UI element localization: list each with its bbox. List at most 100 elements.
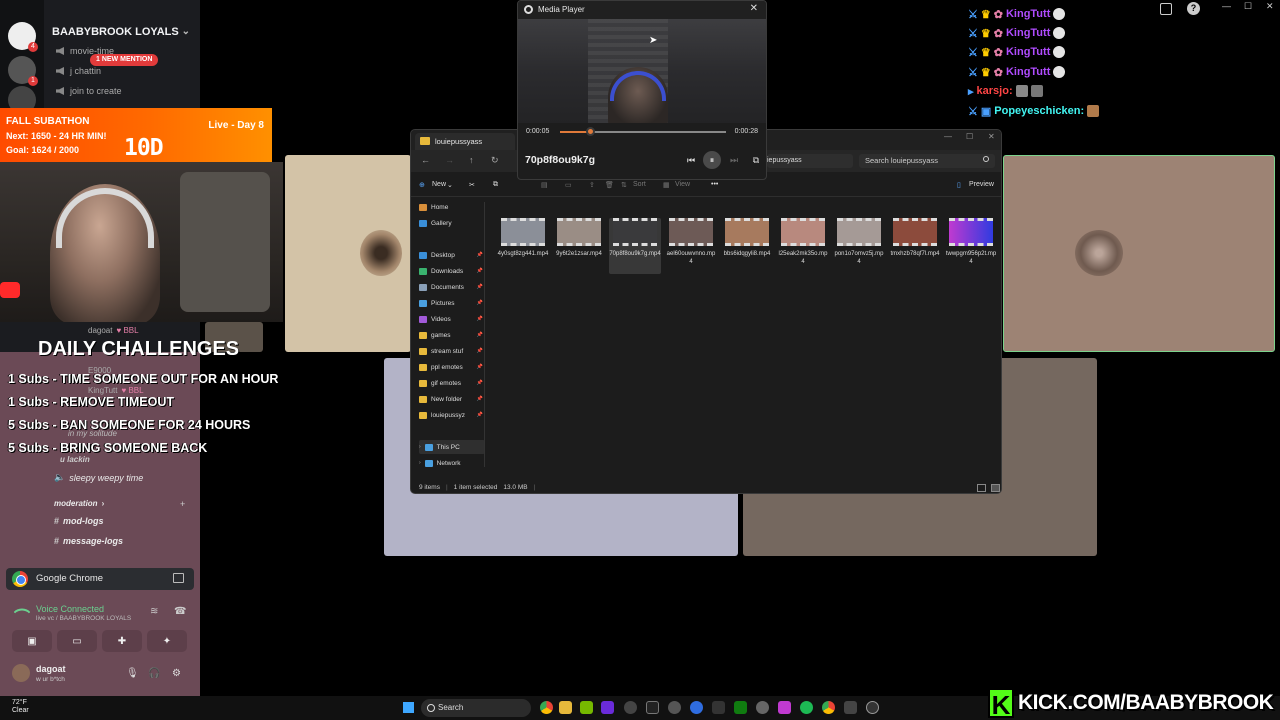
headphones-icon[interactable]: 🎧 [148, 668, 160, 679]
server-icon[interactable]: 4 [8, 22, 38, 52]
kick-app-icon[interactable] [601, 701, 614, 714]
seek-bar[interactable] [560, 127, 726, 136]
microphone-icon[interactable]: 🎙 [126, 668, 139, 679]
search-input[interactable]: Search louiepussyass [859, 154, 995, 168]
previous-icon[interactable]: ⏮ [682, 151, 700, 169]
maximize-icon[interactable]: ☐ [1244, 1, 1252, 12]
video-frame[interactable]: ➤ [518, 19, 766, 123]
voice-status[interactable]: Voice Connected [36, 604, 104, 614]
delete-icon[interactable]: 🗑 [605, 181, 614, 189]
minimize-icon[interactable]: — [944, 132, 952, 141]
file-item[interactable]: 4y0sgt8zg441.mp4 [497, 218, 549, 274]
chat-username[interactable]: KingTutt [1006, 46, 1050, 58]
paste-icon[interactable]: ▤ [541, 181, 548, 189]
nav-item-this-pc[interactable]: › This PC [419, 440, 485, 454]
address-bar[interactable]: iepussyass [767, 154, 853, 168]
nav-item-home[interactable]: Home [419, 200, 485, 214]
chat-username[interactable]: Popeyeschicken: [994, 105, 1084, 117]
nav-item-folder[interactable]: ppl emotes 📌 [419, 360, 485, 374]
chat-username[interactable]: karsjo: [977, 85, 1013, 97]
voice-channel[interactable]: j chattin [56, 64, 101, 78]
nav-item-folder[interactable]: louiepussyz 📌 [419, 408, 485, 422]
avatar[interactable] [12, 664, 30, 682]
file-item-selected[interactable]: 70p8f8ou9k7g.mp4 [609, 218, 661, 274]
rename-icon[interactable]: ▭ [565, 181, 572, 189]
file-item[interactable]: bbs6idqgyli8.mp4 [721, 218, 773, 274]
camera-off-button[interactable]: ▣ [12, 630, 52, 652]
file-item[interactable]: twwpgm956p2t.mp4 [945, 218, 997, 274]
chat-username[interactable]: KingTutt [1006, 8, 1050, 20]
file-item[interactable]: ael60ouwvnno.mp4 [665, 218, 717, 274]
text-channel[interactable]: # mod-logs [54, 516, 104, 526]
file-item[interactable]: tmxhzb78qf7l.mp4 [889, 218, 941, 274]
pause-button[interactable]: ⏸ [703, 151, 721, 169]
forward-icon[interactable]: → [445, 155, 454, 165]
soundboard-button[interactable]: ✦ [147, 630, 187, 652]
nav-item-folder[interactable]: stream stuf 📌 [419, 344, 485, 358]
back-icon[interactable]: ← [421, 155, 430, 165]
voice-channel-path[interactable]: live vc / BAABYBROOK LOYALS [36, 615, 131, 622]
gear-icon[interactable]: ⚙ [172, 668, 181, 679]
weather-widget[interactable]: 72°F Clear [12, 699, 29, 715]
help-icon[interactable]: ? [1187, 2, 1200, 15]
capcut-icon[interactable] [712, 701, 725, 714]
media-player-icon[interactable] [866, 701, 879, 714]
nav-item-desktop[interactable]: Desktop 📌 [419, 248, 485, 262]
inbox-icon[interactable] [1160, 3, 1172, 15]
sort-button[interactable]: Sort [633, 181, 646, 188]
more-icon[interactable]: ••• [711, 181, 718, 188]
taskbar-search[interactable]: Search [421, 699, 531, 717]
up-icon[interactable]: ↑ [469, 155, 474, 165]
screen-share-bar[interactable]: Google Chrome [6, 568, 194, 590]
seek-handle[interactable] [585, 127, 595, 136]
nav-item-pictures[interactable]: Pictures 📌 [419, 296, 485, 310]
tiles-view-icon[interactable] [991, 484, 1000, 492]
server-icon[interactable]: 1 [8, 56, 38, 86]
chrome-icon[interactable] [540, 701, 553, 714]
spotify-icon[interactable] [800, 701, 813, 714]
voice-channel[interactable]: join to create [56, 84, 122, 98]
settings-icon[interactable] [668, 701, 681, 714]
app-icon[interactable] [646, 701, 659, 714]
nav-item-downloads[interactable]: Downloads 📌 [419, 264, 485, 278]
next-icon[interactable]: ⏭ [725, 151, 743, 169]
minimize-icon[interactable]: — [1222, 1, 1231, 11]
voice-channel-sleepy[interactable]: 🔈 sleepy weepy time [54, 472, 143, 483]
share-icon[interactable]: ⇪ [589, 181, 595, 189]
disconnect-icon[interactable]: ☎ [174, 606, 186, 617]
explorer-tab[interactable]: louiepussyass [415, 133, 515, 150]
chat-username[interactable]: KingTutt [1006, 66, 1050, 78]
close-icon[interactable]: ✕ [750, 3, 758, 14]
app-icon[interactable] [690, 701, 703, 714]
copy-icon[interactable]: ⧉ [493, 181, 498, 189]
activities-button[interactable]: ✚ [102, 630, 142, 652]
screen-share-button[interactable]: ▭ [57, 630, 97, 652]
noise-suppression-icon[interactable]: ≋ [150, 606, 158, 617]
app-icon[interactable] [756, 701, 769, 714]
add-channel-icon[interactable]: + [180, 499, 185, 509]
nav-item-documents[interactable]: Documents 📌 [419, 280, 485, 294]
app-icon[interactable] [778, 701, 791, 714]
username[interactable]: dagoat [36, 664, 66, 674]
details-view-icon[interactable] [977, 484, 986, 492]
xbox-icon[interactable] [734, 701, 747, 714]
obs-icon[interactable] [624, 701, 637, 714]
close-icon[interactable]: ✕ [1266, 1, 1274, 12]
category-moderation[interactable]: moderation › [54, 499, 104, 508]
file-item[interactable]: 9y6t2e1zsar.mp4 [553, 218, 605, 274]
nav-item-folder[interactable]: New folder 📌 [419, 392, 485, 406]
nav-item-videos[interactable]: Videos 📌 [419, 312, 485, 326]
close-icon[interactable]: ✕ [988, 132, 995, 141]
server-name[interactable]: BAABYBROOK LOYALS ⌄ [52, 26, 198, 42]
refresh-icon[interactable]: ↻ [491, 155, 499, 166]
windows-start-icon[interactable] [403, 702, 414, 713]
file-explorer-icon[interactable] [559, 701, 572, 714]
popout-icon[interactable] [173, 573, 184, 583]
chat-username[interactable]: KingTutt [1006, 27, 1050, 39]
new-button[interactable]: New [432, 181, 446, 188]
nav-item-folder[interactable]: gif emotes 📌 [419, 376, 485, 390]
file-item[interactable]: pon1o7omvz5j.mp4 [833, 218, 885, 274]
nav-item-network[interactable]: › Network [419, 456, 485, 470]
preview-button[interactable]: Preview [969, 181, 994, 188]
text-channel[interactable]: # message-logs [54, 536, 123, 546]
